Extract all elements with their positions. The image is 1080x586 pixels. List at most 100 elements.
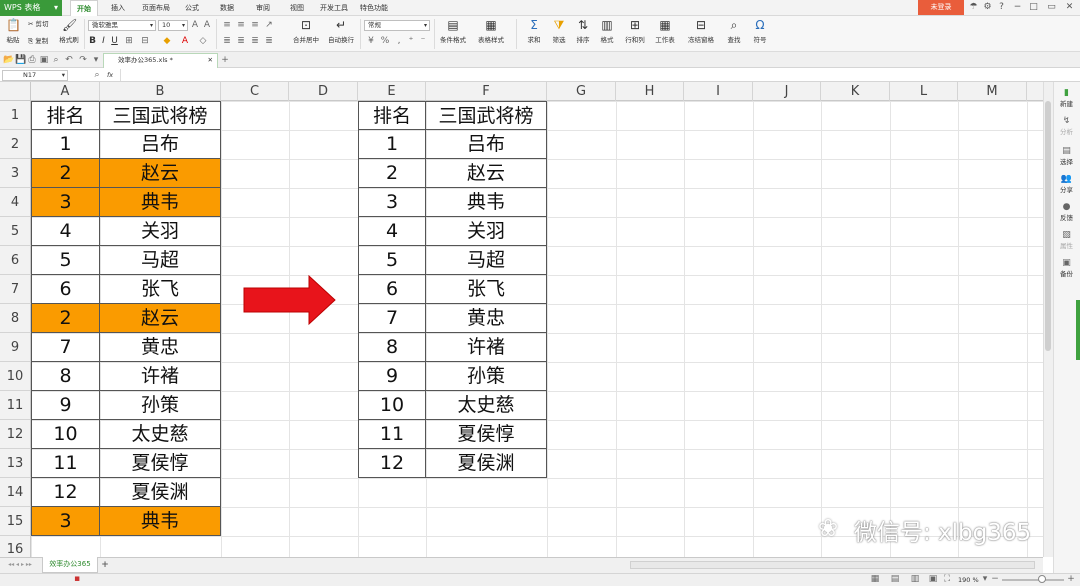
column-header[interactable]: G [547, 82, 616, 101]
filter-button[interactable]: ⧩ 筛选 [548, 18, 570, 45]
rank-cell[interactable]: 12 [31, 478, 100, 507]
rank-cell[interactable]: 5 [358, 246, 426, 275]
rank-cell[interactable]: 4 [358, 217, 426, 246]
rank-cell[interactable]: 7 [358, 304, 426, 333]
cut-button[interactable]: ✂ 剪切 [28, 20, 49, 28]
tab-formula[interactable]: 公式 [180, 0, 204, 16]
align-right-icon[interactable]: ≣ [250, 36, 260, 46]
table-header-cell[interactable]: 排名 [31, 101, 100, 130]
worksheet-button[interactable]: ▦ 工作表 [652, 18, 678, 45]
normal-view-icon[interactable]: ▦ [870, 574, 880, 584]
side-backup[interactable]: ▣ 备份 [1054, 258, 1079, 278]
decrease-font-icon[interactable]: A [202, 20, 212, 30]
name-cell[interactable]: 黄忠 [100, 333, 221, 362]
close-icon[interactable]: ✕ [208, 54, 213, 67]
name-cell[interactable]: 太史慈 [426, 391, 547, 420]
clear-format-icon[interactable]: ◇ [198, 36, 208, 46]
name-cell[interactable]: 夏侯惇 [426, 420, 547, 449]
print-icon[interactable]: ⎙ [27, 55, 37, 65]
close-icon[interactable]: ✕ [1064, 2, 1075, 13]
name-cell[interactable]: 许褚 [100, 362, 221, 391]
row-header[interactable]: 13 [0, 449, 31, 478]
rank-cell[interactable]: 10 [358, 391, 426, 420]
rank-cell[interactable]: 10 [31, 420, 100, 449]
chevron-down-icon[interactable]: ▾ [92, 55, 100, 65]
rank-cell[interactable]: 3 [31, 507, 100, 536]
side-new[interactable]: ▮ 新建 [1054, 88, 1079, 108]
align-bottom-icon[interactable]: ≡ [250, 20, 260, 30]
merge-cells-icon[interactable]: ⊟ [140, 36, 150, 46]
decrease-decimal-icon[interactable]: ⁻ [418, 36, 428, 46]
rank-cell[interactable]: 3 [31, 188, 100, 217]
sheet-nav-icons[interactable]: ◂◂ ◂ ▸ ▸▸ [2, 560, 38, 570]
login-button[interactable]: 未登录 [918, 0, 964, 15]
zoom-out-icon[interactable]: − [990, 574, 1000, 584]
font-size-select[interactable]: 10 ▾ [158, 20, 188, 31]
name-cell[interactable]: 夏侯渊 [100, 478, 221, 507]
row-header[interactable]: 14 [0, 478, 31, 507]
tab-insert[interactable]: 插入 [104, 0, 132, 16]
table-header-cell[interactable]: 三国武将榜 [100, 101, 221, 130]
sum-button[interactable]: Σ 求和 [522, 18, 546, 45]
row-col-button[interactable]: ⊞ 行和列 [622, 18, 648, 45]
name-cell[interactable]: 夏侯渊 [426, 449, 547, 478]
formula-input[interactable] [120, 69, 1040, 81]
name-cell[interactable]: 孙策 [100, 391, 221, 420]
new-tab-icon[interactable]: + [220, 55, 230, 65]
tab-start[interactable]: 开始 [70, 0, 98, 16]
align-middle-icon[interactable]: ≡ [236, 20, 246, 30]
print-preview-icon[interactable]: ⌕ [51, 55, 61, 65]
name-cell[interactable]: 赵云 [100, 304, 221, 333]
export-pdf-icon[interactable]: ▣ [39, 55, 49, 65]
italic-icon[interactable]: I [99, 36, 108, 46]
name-box[interactable]: N17 ▾ [2, 70, 68, 81]
side-share[interactable]: 👥 分享 [1054, 174, 1079, 194]
zoom-slider-handle[interactable] [1038, 575, 1046, 583]
row-header[interactable]: 6 [0, 246, 31, 275]
name-cell[interactable]: 张飞 [100, 275, 221, 304]
number-format-select[interactable]: 常规 ▾ [364, 20, 430, 31]
redo-icon[interactable]: ↷ [78, 55, 88, 65]
help-icon[interactable]: ? [996, 2, 1007, 13]
row-header[interactable]: 9 [0, 333, 31, 362]
border-icon[interactable]: ⊞ [124, 36, 134, 46]
name-cell[interactable]: 吕布 [426, 130, 547, 159]
tab-view[interactable]: 视图 [284, 0, 310, 16]
open-icon[interactable]: 📂 [3, 55, 14, 65]
name-cell[interactable]: 典韦 [426, 188, 547, 217]
name-cell[interactable]: 黄忠 [426, 304, 547, 333]
rank-cell[interactable]: 6 [31, 275, 100, 304]
rank-cell[interactable]: 7 [31, 333, 100, 362]
fill-color-icon[interactable]: ◆ [162, 36, 172, 46]
tab-data[interactable]: 数据 [214, 0, 240, 16]
column-header[interactable]: C [221, 82, 289, 101]
row-header[interactable]: 12 [0, 420, 31, 449]
rank-cell[interactable]: 12 [358, 449, 426, 478]
row-header[interactable]: 10 [0, 362, 31, 391]
column-header[interactable]: B [100, 82, 221, 101]
percent-icon[interactable]: % [380, 36, 390, 46]
rank-cell[interactable]: 2 [31, 159, 100, 188]
tab-developer[interactable]: 开发工具 [316, 0, 352, 16]
rank-cell[interactable]: 5 [31, 246, 100, 275]
copy-button[interactable]: ⎘ 复制 [28, 37, 48, 45]
row-header[interactable]: 4 [0, 188, 31, 217]
sheet-tab[interactable]: 效率办公365 [42, 557, 98, 573]
column-header[interactable]: K [821, 82, 890, 101]
bold-icon[interactable]: B [88, 36, 97, 46]
column-header[interactable]: E [358, 82, 426, 101]
app-menu-button[interactable]: WPS 表格 ▾ [0, 0, 62, 16]
row-header[interactable]: 8 [0, 304, 31, 333]
zoom-level[interactable]: 190 % [958, 576, 979, 584]
font-name-select[interactable]: 微软雅黑 ▾ [88, 20, 156, 31]
side-select[interactable]: ▤ 选择 [1054, 146, 1079, 166]
thousands-icon[interactable]: , [394, 36, 404, 46]
increase-decimal-icon[interactable]: ⁺ [406, 36, 416, 46]
column-header[interactable]: L [890, 82, 958, 101]
settings-icon[interactable]: ⚙ [982, 2, 993, 13]
add-sheet-icon[interactable]: + [100, 560, 110, 570]
column-header[interactable]: J [753, 82, 821, 101]
fullscreen-icon[interactable]: ⛶ [942, 574, 952, 584]
select-all-corner[interactable] [0, 82, 31, 101]
zoom-icon[interactable]: ⌕ [92, 70, 102, 80]
